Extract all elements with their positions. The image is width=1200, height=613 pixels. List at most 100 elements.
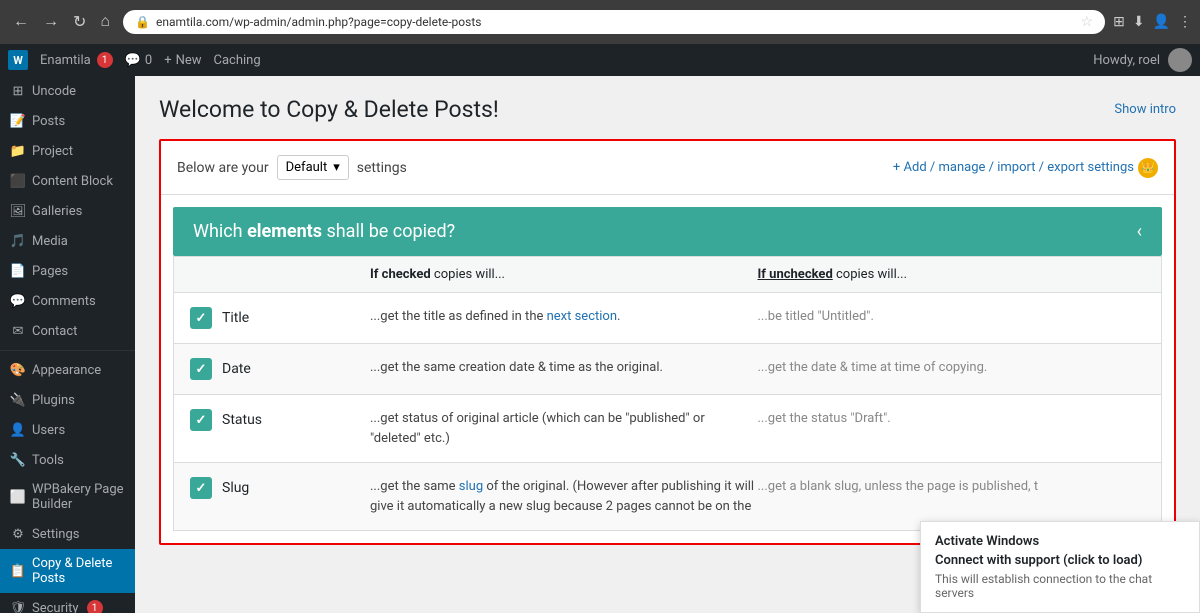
appearance-icon: 🎨 (10, 362, 26, 378)
banner-highlight: elements (247, 221, 322, 242)
table-row: Status ...get status of original article… (173, 394, 1162, 462)
forward-button[interactable]: → (38, 11, 64, 33)
show-intro-link[interactable]: Show intro (1114, 102, 1176, 117)
sidebar-item-users[interactable]: 👤 Users (0, 415, 135, 445)
date-unchecked-desc: ...get the date & time at time of copyin… (758, 358, 1146, 378)
toast-action: Connect with support (click to load) (935, 553, 1185, 568)
sidebar-label-tools: Tools (32, 453, 64, 468)
sidebar-label-comments: Comments (32, 294, 96, 309)
pages-icon: 📄 (10, 263, 26, 279)
page-header: Welcome to Copy & Delete Posts! Show int… (159, 96, 1176, 123)
sidebar-label-wpbakery: WPBakery Page Builder (32, 482, 125, 512)
sidebar-item-copy-delete[interactable]: 📋 Copy & Delete Posts (0, 549, 135, 593)
sidebar-label-content-block: Content Block (32, 174, 113, 189)
lock-icon: 🔒 (135, 15, 150, 29)
premium-badge-icon: 👑 (1138, 158, 1158, 178)
address-bar[interactable]: 🔒 enamtila.com/wp-admin/admin.php?page=c… (123, 10, 1105, 34)
elements-banner: Which elements shall be copied? ‹ (173, 207, 1162, 256)
wp-content-area: Welcome to Copy & Delete Posts! Show int… (135, 76, 1200, 565)
sidebar-label-copy-delete: Copy & Delete Posts (32, 556, 125, 586)
sidebar-item-contact[interactable]: ✉ Contact (0, 316, 135, 346)
sidebar-item-project[interactable]: 📁 Project (0, 136, 135, 166)
browser-nav[interactable]: ← → ↻ ⌂ (8, 10, 115, 34)
notification-badge: 1 (97, 52, 113, 68)
browser-actions: ⊞ ⬇ 👤 ⋮ (1113, 14, 1192, 30)
sidebar-item-pages[interactable]: 📄 Pages (0, 256, 135, 286)
sidebar-item-content-block[interactable]: ⬛ Content Block (0, 166, 135, 196)
comment-count: 0 (145, 53, 152, 68)
wp-logo[interactable]: W (8, 50, 28, 70)
settings-header-row: Below are your Default ▾ settings + Add … (161, 141, 1174, 195)
star-icon[interactable]: ☆ (1081, 14, 1094, 30)
slug-checkbox[interactable] (190, 477, 212, 499)
table-header-empty (190, 267, 370, 282)
security-badge: 1 (87, 600, 103, 613)
galleries-icon: 🖼 (10, 203, 26, 219)
sidebar-label-settings: Settings (32, 527, 79, 542)
sidebar-label-galleries: Galleries (32, 204, 82, 219)
admin-bar-caching[interactable]: Caching (214, 53, 261, 68)
next-section-link[interactable]: next section (547, 309, 617, 324)
menu-icon[interactable]: ⋮ (1178, 14, 1192, 30)
contact-icon: ✉ (10, 323, 26, 339)
sidebar-item-tools[interactable]: 🔧 Tools (0, 445, 135, 475)
status-checkbox[interactable] (190, 409, 212, 431)
date-label: Date (222, 361, 251, 377)
extensions-icon[interactable]: ⊞ (1113, 14, 1125, 30)
slug-link[interactable]: slug (459, 479, 483, 494)
admin-bar-new[interactable]: + New (164, 53, 201, 68)
profile-icon[interactable]: 👤 (1153, 14, 1170, 30)
banner-suffix: shall be copied? (322, 221, 455, 242)
sidebar-item-security[interactable]: 🛡 Security 1 (0, 593, 135, 613)
admin-bar-site[interactable]: Enamtila 1 (40, 52, 113, 68)
add-settings-link[interactable]: + Add / manage / import / export setting… (893, 158, 1158, 178)
sidebar-label-uncode: Uncode (32, 84, 76, 99)
sidebar-item-galleries[interactable]: 🖼 Galleries (0, 196, 135, 226)
download-icon[interactable]: ⬇ (1133, 14, 1145, 30)
status-label: Status (222, 412, 262, 428)
admin-bar-right: Howdy, roel (1093, 48, 1192, 72)
toast-desc: This will establish connection to the ch… (935, 572, 1185, 600)
sidebar-label-users: Users (32, 423, 65, 438)
caching-label: Caching (214, 53, 261, 68)
back-button[interactable]: ← (8, 11, 34, 33)
sidebar: ⊞ Uncode 📝 Posts 📁 Project ⬛ Content Blo… (0, 76, 135, 613)
settings-panel: Below are your Default ▾ settings + Add … (159, 139, 1176, 545)
title-checkbox[interactable] (190, 307, 212, 329)
toast-notification[interactable]: Activate Windows Connect with support (c… (920, 521, 1200, 613)
media-icon: 🎵 (10, 233, 26, 249)
url-text: enamtila.com/wp-admin/admin.php?page=cop… (156, 15, 1075, 29)
sidebar-item-media[interactable]: 🎵 Media (0, 226, 135, 256)
toast-title: Activate Windows (935, 534, 1185, 549)
admin-bar-comments[interactable]: 💬 0 (125, 53, 153, 68)
settings-text: settings (357, 160, 407, 176)
posts-icon: 📝 (10, 113, 26, 129)
home-button[interactable]: ⌂ (95, 11, 115, 33)
reload-button[interactable]: ↻ (68, 10, 91, 34)
sidebar-item-uncode[interactable]: ⊞ Uncode (0, 76, 135, 106)
settings-dropdown[interactable]: Default ▾ (277, 155, 349, 180)
content-block-icon: ⬛ (10, 173, 26, 189)
plus-icon: + (164, 53, 171, 68)
date-checkbox[interactable] (190, 358, 212, 380)
table-header-checked: If checked copies will... (370, 267, 758, 282)
table-header-unchecked: If unchecked copies will... (758, 267, 1146, 282)
copy-delete-icon: 📋 (10, 563, 26, 579)
status-unchecked-desc: ...get the status "Draft". (758, 409, 1146, 429)
elements-chevron-left-icon[interactable]: ‹ (1137, 221, 1142, 242)
user-avatar[interactable] (1168, 48, 1192, 72)
sidebar-item-appearance[interactable]: 🎨 Appearance (0, 355, 135, 385)
sidebar-divider-1 (0, 350, 135, 351)
slug-unchecked-desc: ...get a blank slug, unless the page is … (758, 477, 1146, 497)
sidebar-item-posts[interactable]: 📝 Posts (0, 106, 135, 136)
browser-chrome: ← → ↻ ⌂ 🔒 enamtila.com/wp-admin/admin.ph… (0, 0, 1200, 44)
sidebar-label-plugins: Plugins (32, 393, 75, 408)
sidebar-item-settings[interactable]: ⚙ Settings (0, 519, 135, 549)
sidebar-item-plugins[interactable]: 🔌 Plugins (0, 385, 135, 415)
sidebar-item-comments[interactable]: 💬 Comments (0, 286, 135, 316)
tools-icon: 🔧 (10, 452, 26, 468)
uncode-icon: ⊞ (10, 83, 26, 99)
elements-banner-text: Which elements shall be copied? (193, 221, 455, 242)
table-row: Date ...get the same creation date & tim… (173, 343, 1162, 394)
sidebar-item-wpbakery[interactable]: ⬜ WPBakery Page Builder (0, 475, 135, 519)
